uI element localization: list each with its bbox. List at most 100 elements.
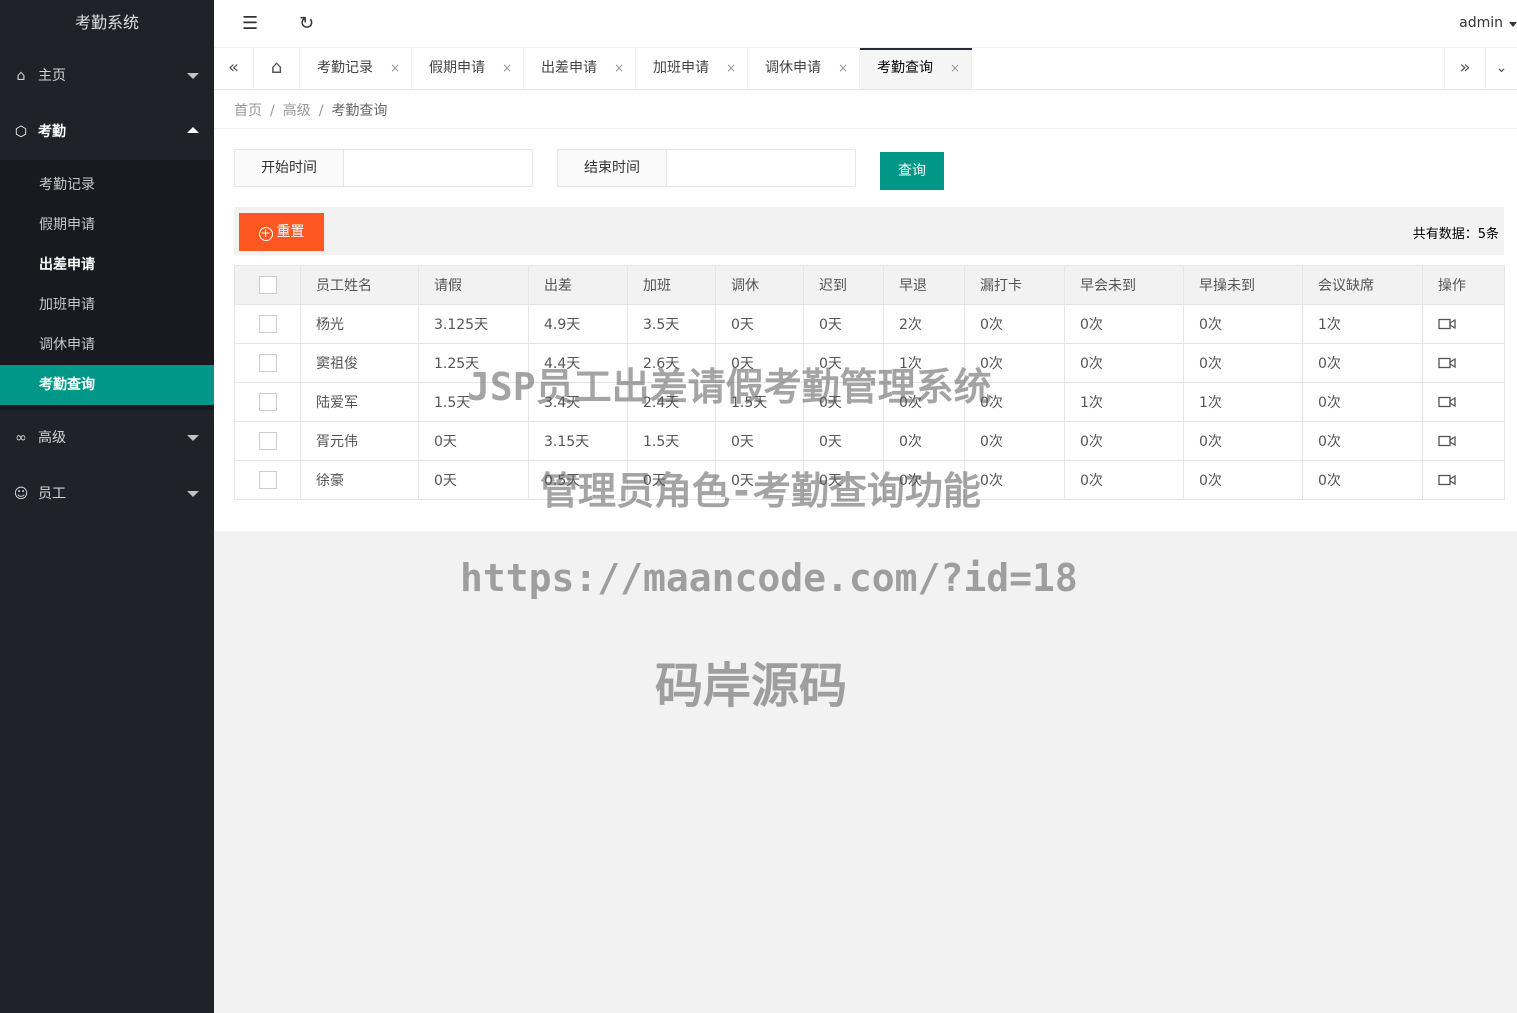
row-checkbox[interactable]	[258, 354, 277, 372]
col-header: 出差	[528, 265, 628, 305]
tab-business-trip[interactable]: 出差申请 ×	[524, 48, 636, 89]
table-cell: 0天	[715, 304, 804, 344]
tabs-scroll-right-icon[interactable]: »	[1444, 48, 1486, 89]
tab-attendance-query[interactable]: 考勤查询 ×	[860, 48, 972, 89]
row-checkbox[interactable]	[258, 315, 277, 333]
select-all-checkbox[interactable]	[258, 276, 277, 294]
tab-leave-request[interactable]: 假期申请 ×	[412, 48, 524, 89]
attendance-table: 员工姓名 请假 出差 加班 调休 迟到 早退 漏打卡 早会未到 早操未到 会议缺…	[234, 265, 1505, 500]
tab-home-icon[interactable]: ⌂	[254, 48, 300, 89]
top-header: ☰ ↻ admin	[214, 0, 1517, 48]
table-cell: 1.5天	[418, 382, 529, 422]
video-icon[interactable]	[1438, 318, 1456, 330]
table-cell: 0次	[1064, 421, 1184, 461]
home-icon: ⌂	[16, 68, 26, 84]
col-header: 早操未到	[1183, 265, 1303, 305]
query-button[interactable]: 查询	[880, 152, 944, 190]
sidebar-item-business-trip[interactable]: 出差申请	[0, 245, 214, 285]
breadcrumb-parent[interactable]: 高级	[283, 103, 311, 119]
col-header: 早会未到	[1064, 265, 1184, 305]
table-cell: 2.4天	[627, 382, 716, 422]
video-icon[interactable]	[1438, 357, 1456, 369]
close-icon[interactable]: ×	[390, 48, 400, 89]
table-row: 窦祖俊 1.25天 4.4天 2.6天 0天 0天 1次 0次 0次 0次 0次	[234, 343, 1505, 383]
tab-compensatory-leave[interactable]: 调休申请 ×	[748, 48, 860, 89]
close-icon[interactable]: ×	[726, 48, 736, 89]
video-icon[interactable]	[1438, 435, 1456, 447]
table-cell: 0天	[418, 421, 529, 461]
table-cell: 0次	[964, 460, 1065, 500]
close-icon[interactable]: ×	[502, 48, 512, 89]
attendance-submenu: 考勤记录 假期申请 出差申请 加班申请 调休申请 考勤查询	[0, 160, 214, 410]
table-cell: 0次	[1302, 421, 1423, 461]
tabs-menu-chevron-icon[interactable]: ⌄	[1486, 48, 1517, 89]
col-header: 调休	[715, 265, 804, 305]
nav-item-home-label: 主页	[38, 68, 66, 84]
close-icon[interactable]: ×	[950, 48, 960, 89]
close-icon[interactable]: ×	[614, 48, 624, 89]
table-cell: 0次	[964, 382, 1065, 422]
video-icon[interactable]	[1438, 474, 1456, 486]
table-cell: 0次	[1064, 304, 1184, 344]
nav-item-attendance-label: 考勤	[38, 124, 66, 140]
reset-button[interactable]: + 重置	[239, 213, 324, 251]
sidebar-item-attendance-query[interactable]: 考勤查询	[0, 365, 214, 405]
end-time-group: 结束时间	[557, 149, 856, 187]
nav-item-home[interactable]: ⌂ 主页	[0, 48, 214, 104]
table-cell: 1次	[1064, 382, 1184, 422]
end-time-input[interactable]	[668, 150, 855, 186]
table-cell: 0天	[803, 304, 884, 344]
total-count: 共有数据：5条	[1412, 227, 1499, 242]
nav-item-staff[interactable]: ☺ 员工	[0, 466, 214, 522]
col-header: 早退	[883, 265, 965, 305]
row-checkbox[interactable]	[258, 432, 277, 450]
table-cell: 1次	[883, 343, 965, 383]
sidebar-item-leave-request[interactable]: 假期申请	[0, 205, 214, 245]
menu-collapse-icon[interactable]: ☰	[242, 13, 258, 34]
breadcrumb: 首页 / 高级 / 考勤查询	[234, 103, 388, 119]
table-cell: 3.5天	[627, 304, 716, 344]
nav-item-advanced[interactable]: ∞ 高级	[0, 410, 214, 466]
chevron-down-icon	[187, 491, 199, 497]
table-cell: 窦祖俊	[300, 343, 419, 383]
table-cell: 2.6天	[627, 343, 716, 383]
app-logo-title: 考勤系统	[74, 13, 139, 32]
table-cell: 0次	[1183, 460, 1303, 500]
col-header: 加班	[627, 265, 716, 305]
table-cell: 0次	[1183, 304, 1303, 344]
user-menu[interactable]: admin	[1459, 15, 1517, 31]
tab-attendance-records[interactable]: 考勤记录 ×	[300, 48, 412, 89]
table-cell: 0天	[627, 460, 716, 500]
row-checkbox[interactable]	[258, 393, 277, 411]
table-row: 杨光 3.125天 4.9天 3.5天 0天 0天 2次 0次 0次 0次 1次	[234, 304, 1505, 344]
sidebar-item-overtime[interactable]: 加班申请	[0, 285, 214, 325]
tabs-scroll-left-icon[interactable]: «	[214, 48, 254, 89]
table-cell: 0次	[883, 382, 965, 422]
sidebar: 考勤系统 ⌂ 主页 ⬡ 考勤 考勤记录 假期申请 出差申请 加班申请 调休申请 …	[0, 0, 214, 1013]
page-tabs: « ⌂ 考勤记录 × 假期申请 × 出差申请 × 加班申请 × 调休申请 × 考勤查询 × …	[214, 48, 1517, 90]
sidebar-item-compensatory-leave[interactable]: 调休申请	[0, 325, 214, 365]
table-cell: 0次	[1064, 343, 1184, 383]
nav-item-attendance[interactable]: ⬡ 考勤	[0, 104, 214, 160]
table-cell: 1.5天	[715, 382, 804, 422]
col-header: 会议缺席	[1302, 265, 1423, 305]
col-header: 员工姓名	[300, 265, 419, 305]
tab-overtime[interactable]: 加班申请 ×	[636, 48, 748, 89]
refresh-icon[interactable]: ↻	[299, 13, 314, 34]
table-cell: 0次	[1302, 460, 1423, 500]
breadcrumb-home[interactable]: 首页	[234, 103, 262, 119]
col-header: 迟到	[803, 265, 884, 305]
row-checkbox[interactable]	[258, 471, 277, 489]
table-cell: 0天	[418, 460, 529, 500]
breadcrumb-current: 考勤查询	[331, 103, 388, 119]
sidebar-item-attendance-records[interactable]: 考勤记录	[0, 165, 214, 205]
table-cell: 0天	[803, 460, 884, 500]
nav-item-staff-label: 员工	[38, 486, 66, 502]
col-header: 操作	[1422, 265, 1505, 305]
table-cell: 0次	[1302, 343, 1423, 383]
main-content: 首页 / 高级 / 考勤查询 开始时间 结束时间 查询 + 重置 共有数据：5条 员工姓名…	[214, 90, 1517, 531]
close-icon[interactable]: ×	[838, 48, 848, 89]
table-cell: 0次	[964, 421, 1065, 461]
start-time-input[interactable]	[345, 150, 532, 186]
video-icon[interactable]	[1438, 396, 1456, 408]
